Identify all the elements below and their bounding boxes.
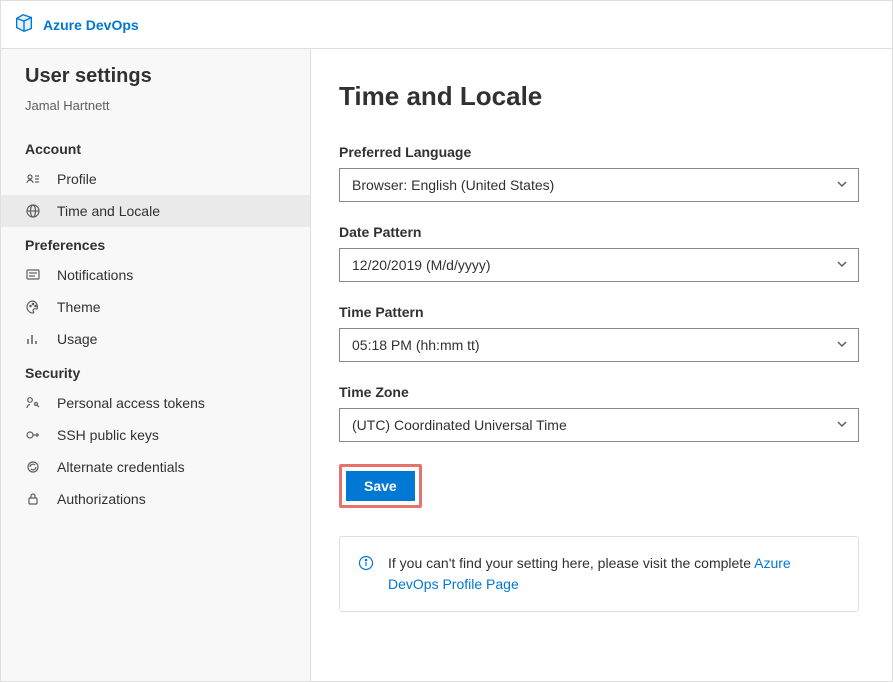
field-label-date: Date Pattern — [339, 224, 864, 240]
sidebar-item-label: Alternate credentials — [57, 459, 185, 475]
sidebar-item-label: Usage — [57, 331, 97, 347]
person-key-icon — [25, 395, 41, 411]
chevron-down-icon — [836, 257, 848, 273]
field-time-pattern: Time Pattern 05:18 PM (hh:mm tt) — [339, 304, 864, 362]
sidebar-item-label: Personal access tokens — [57, 395, 205, 411]
topbar: Azure DevOps — [1, 1, 892, 49]
sidebar-title: User settings — [25, 65, 286, 88]
sidebar-item-pat[interactable]: Personal access tokens — [1, 387, 310, 419]
sidebar-item-label: Authorizations — [57, 491, 146, 507]
page-title: Time and Locale — [339, 81, 864, 112]
globe-icon — [25, 203, 41, 219]
select-value: 05:18 PM (hh:mm tt) — [352, 337, 480, 353]
select-value: Browser: English (United States) — [352, 177, 554, 193]
section-label-preferences: Preferences — [1, 227, 310, 259]
select-time-pattern[interactable]: 05:18 PM (hh:mm tt) — [339, 328, 859, 362]
select-value: 12/20/2019 (M/d/yyyy) — [352, 257, 491, 273]
sidebar-item-notifications[interactable]: Notifications — [1, 259, 310, 291]
shield-sync-icon — [25, 459, 41, 475]
sidebar-item-label: Theme — [57, 299, 101, 315]
sidebar-item-altcreds[interactable]: Alternate credentials — [1, 451, 310, 483]
field-date-pattern: Date Pattern 12/20/2019 (M/d/yyyy) — [339, 224, 864, 282]
field-label-tz: Time Zone — [339, 384, 864, 400]
field-language: Preferred Language Browser: English (Uni… — [339, 144, 864, 202]
select-time-zone[interactable]: (UTC) Coordinated Universal Time — [339, 408, 859, 442]
sidebar-item-authorizations[interactable]: Authorizations — [1, 483, 310, 515]
sidebar-item-label: SSH public keys — [57, 427, 159, 443]
save-highlight: Save — [339, 464, 422, 508]
brand[interactable]: Azure DevOps — [13, 12, 139, 37]
palette-icon — [25, 299, 41, 315]
section-label-security: Security — [1, 355, 310, 387]
lock-icon — [25, 491, 41, 507]
sidebar-item-label: Profile — [57, 171, 97, 187]
field-time-zone: Time Zone (UTC) Coordinated Universal Ti… — [339, 384, 864, 442]
info-text: If you can't find your setting here, ple… — [388, 553, 840, 595]
info-icon — [358, 555, 374, 595]
main-panel: Time and Locale Preferred Language Brows… — [311, 49, 892, 681]
field-label-language: Preferred Language — [339, 144, 864, 160]
chevron-down-icon — [836, 417, 848, 433]
key-icon — [25, 427, 41, 443]
info-callout: If you can't find your setting here, ple… — [339, 536, 859, 612]
select-date-pattern[interactable]: 12/20/2019 (M/d/yyyy) — [339, 248, 859, 282]
sidebar-subtitle: Jamal Hartnett — [1, 92, 310, 131]
field-label-time: Time Pattern — [339, 304, 864, 320]
sidebar-item-time-locale[interactable]: Time and Locale — [1, 195, 310, 227]
azure-devops-logo-icon — [13, 12, 35, 37]
select-language[interactable]: Browser: English (United States) — [339, 168, 859, 202]
sidebar-item-profile[interactable]: Profile — [1, 163, 310, 195]
person-card-icon — [25, 171, 41, 187]
chevron-down-icon — [836, 177, 848, 193]
sidebar-item-label: Notifications — [57, 267, 133, 283]
bar-chart-icon — [25, 331, 41, 347]
sidebar-item-usage[interactable]: Usage — [1, 323, 310, 355]
sidebar-item-theme[interactable]: Theme — [1, 291, 310, 323]
brand-label: Azure DevOps — [43, 17, 139, 33]
save-button[interactable]: Save — [346, 471, 415, 501]
section-label-account: Account — [1, 131, 310, 163]
select-value: (UTC) Coordinated Universal Time — [352, 417, 567, 433]
sidebar-item-ssh[interactable]: SSH public keys — [1, 419, 310, 451]
info-text-pre: If you can't find your setting here, ple… — [388, 555, 754, 571]
chevron-down-icon — [836, 337, 848, 353]
sidebar-item-label: Time and Locale — [57, 203, 160, 219]
sidebar: User settings Jamal Hartnett Account Pro… — [1, 49, 311, 681]
message-icon — [25, 267, 41, 283]
